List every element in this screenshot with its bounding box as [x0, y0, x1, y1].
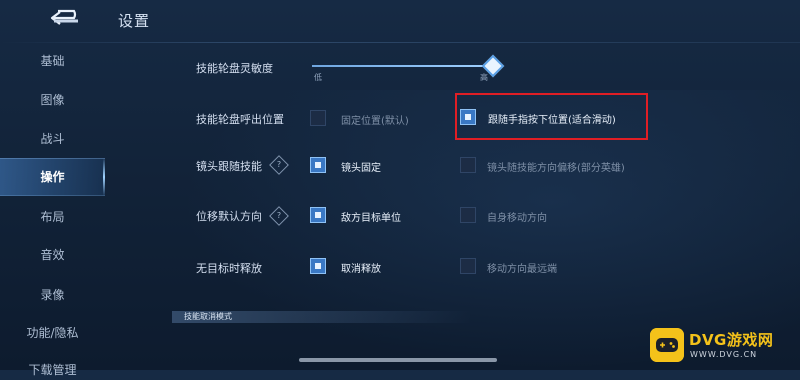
- sidebar-item-downloads[interactable]: 下载管理: [0, 360, 105, 380]
- slider-max-label: 高: [480, 73, 488, 82]
- sidebar-item-sound[interactable]: 音效: [0, 236, 105, 274]
- wheel-position-label: 技能轮盘呼出位置: [196, 113, 284, 126]
- sidebar-item-privacy[interactable]: 功能/隐私: [0, 314, 105, 352]
- section-header-label: 技能取消模式: [184, 312, 232, 321]
- farthest-direction-option[interactable]: 移动方向最远端: [487, 260, 557, 275]
- page-title: 设置: [118, 12, 151, 30]
- no-target-release-label: 无目标时释放: [196, 262, 262, 275]
- sensitivity-slider-track[interactable]: [312, 65, 492, 67]
- sidebar-item-layout[interactable]: 布局: [0, 198, 105, 236]
- slider-min-label: 低: [314, 73, 322, 82]
- back-arrow-icon[interactable]: [48, 6, 86, 32]
- camera-follow-label: 镜头跟随技能: [196, 160, 262, 173]
- camera-fixed-option[interactable]: 镜头固定: [341, 159, 381, 174]
- sidebar-item-graphics[interactable]: 图像: [0, 81, 105, 119]
- cancel-release-checkbox[interactable]: [310, 258, 326, 274]
- camera-offset-option[interactable]: 镜头随技能方向偏移(部分英雄): [487, 159, 625, 174]
- camera-offset-checkbox[interactable]: [460, 157, 476, 173]
- enemy-target-checkbox[interactable]: [310, 207, 326, 223]
- gamepad-logo-icon: [650, 328, 684, 362]
- cancel-release-option[interactable]: 取消释放: [341, 260, 381, 275]
- farthest-direction-checkbox[interactable]: [460, 258, 476, 274]
- camera-fixed-checkbox[interactable]: [310, 157, 326, 173]
- enemy-target-option[interactable]: 敌方目标单位: [341, 209, 401, 224]
- help-icon[interactable]: ?: [269, 206, 289, 226]
- sensitivity-label: 技能轮盘灵敏度: [196, 62, 273, 75]
- watermark-url: WWW.DVG.CN: [690, 350, 758, 359]
- sidebar-item-combat[interactable]: 战斗: [0, 120, 105, 158]
- sidebar: 基础 图像 战斗 操作 布局 音效 录像 功能/隐私 下载管理: [0, 42, 105, 377]
- sidebar-item-basic[interactable]: 基础: [0, 42, 105, 80]
- help-icon[interactable]: ?: [269, 155, 289, 175]
- self-direction-option[interactable]: 自身移动方向: [487, 209, 547, 224]
- fixed-position-checkbox[interactable]: [310, 110, 326, 126]
- fixed-position-option[interactable]: 固定位置(默认): [341, 112, 409, 127]
- header-divider: [0, 42, 800, 43]
- self-direction-checkbox[interactable]: [460, 207, 476, 223]
- watermark-brand: DVG游戏网: [689, 331, 774, 349]
- scroll-indicator[interactable]: [299, 358, 497, 362]
- move-direction-label: 位移默认方向: [196, 210, 262, 223]
- sidebar-item-controls[interactable]: 操作: [0, 158, 105, 196]
- sidebar-item-replay[interactable]: 录像: [0, 276, 105, 314]
- highlight-annotation-box: [455, 93, 648, 140]
